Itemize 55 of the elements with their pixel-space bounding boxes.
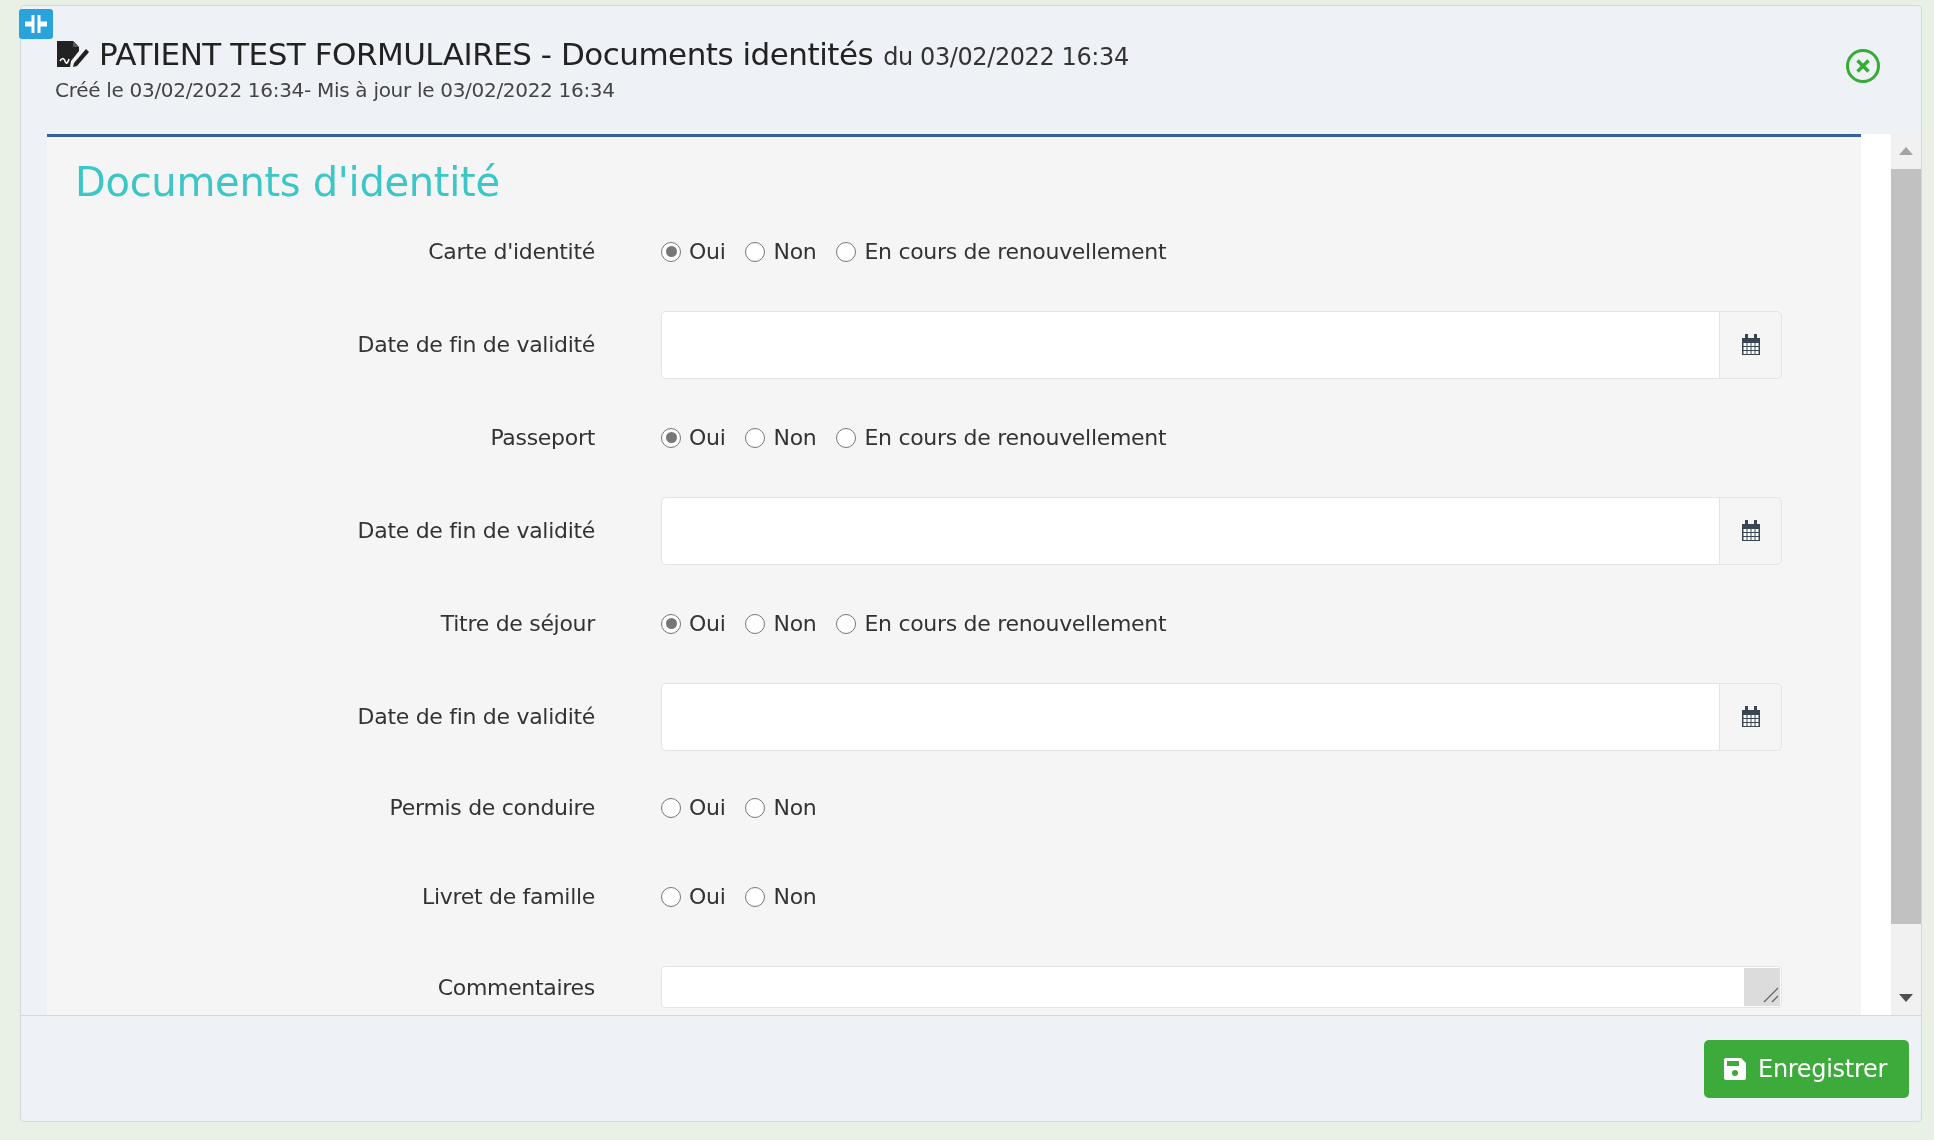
radio-button[interactable] [661, 797, 681, 818]
scroll-down-icon[interactable] [1899, 993, 1913, 1003]
radio-button[interactable] [661, 613, 681, 634]
field-label: Permis de conduire [388, 795, 595, 820]
radio-button[interactable] [836, 241, 857, 262]
date-field[interactable] [661, 496, 1719, 565]
radio-option[interactable]: En cours de renouvellement [836, 425, 1167, 450]
field-label: Passeport [489, 425, 595, 450]
calendar-button[interactable] [1719, 682, 1782, 751]
radio-button[interactable] [745, 613, 766, 634]
close-icon[interactable] [1845, 48, 1881, 84]
signed-document-icon [55, 39, 89, 69]
calendar-button[interactable] [1719, 310, 1782, 379]
field-label: Date de fin de validité [356, 332, 595, 357]
radio-option[interactable]: En cours de renouvellement [836, 611, 1167, 636]
radio-option[interactable]: En cours de renouvellement [836, 239, 1167, 264]
radio-option[interactable]: Non [745, 611, 817, 636]
date-field[interactable] [661, 310, 1719, 379]
form-heading: Documents d'identité [75, 159, 501, 205]
radio-button[interactable] [661, 886, 681, 907]
calendar-button[interactable] [1719, 496, 1782, 565]
date-field[interactable] [661, 682, 1719, 751]
radio-option[interactable]: Non [745, 425, 817, 450]
radio-button[interactable] [745, 797, 766, 818]
field-label: Livret de famille [420, 884, 595, 909]
timestamps-text: Créé le 03/02/2022 16:34- Mis à jour le 03/02/2022 16:34 [55, 78, 616, 102]
field-label: Carte d'identité [427, 239, 595, 264]
calendar-icon [1740, 705, 1761, 728]
radio-button[interactable] [661, 241, 681, 262]
field-label: Commentaires [436, 974, 595, 1000]
calendar-icon [1740, 333, 1761, 356]
radio-option[interactable]: Oui [661, 884, 726, 909]
radio-button[interactable] [836, 427, 857, 448]
radio-option[interactable]: Oui [661, 239, 726, 264]
radio-button[interactable] [836, 613, 857, 634]
scroll-up-icon[interactable] [1899, 146, 1913, 156]
radio-option[interactable]: Oui [661, 795, 726, 820]
radio-button[interactable] [661, 427, 681, 448]
radio-option[interactable]: Oui [661, 611, 726, 636]
field-label: Date de fin de validité [356, 704, 595, 729]
comment-field[interactable] [661, 966, 1782, 1008]
document-date: du 03/02/2022 16:34 [883, 43, 1129, 71]
radio-button[interactable] [745, 427, 766, 448]
radio-button[interactable] [745, 241, 766, 262]
radio-option[interactable]: Non [745, 239, 817, 264]
resize-handle-icon[interactable] [1744, 968, 1780, 1006]
field-label: Titre de séjour [439, 611, 595, 636]
radio-option[interactable]: Non [745, 884, 817, 909]
field-label: Date de fin de validité [356, 518, 595, 543]
radio-option[interactable]: Non [745, 795, 817, 820]
radio-button[interactable] [745, 886, 766, 907]
radio-option[interactable]: Oui [661, 425, 726, 450]
compress-icon[interactable] [19, 9, 53, 39]
calendar-icon [1740, 519, 1761, 542]
window-title: PATIENT TEST FORMULAIRES - Documents identités [99, 36, 874, 72]
